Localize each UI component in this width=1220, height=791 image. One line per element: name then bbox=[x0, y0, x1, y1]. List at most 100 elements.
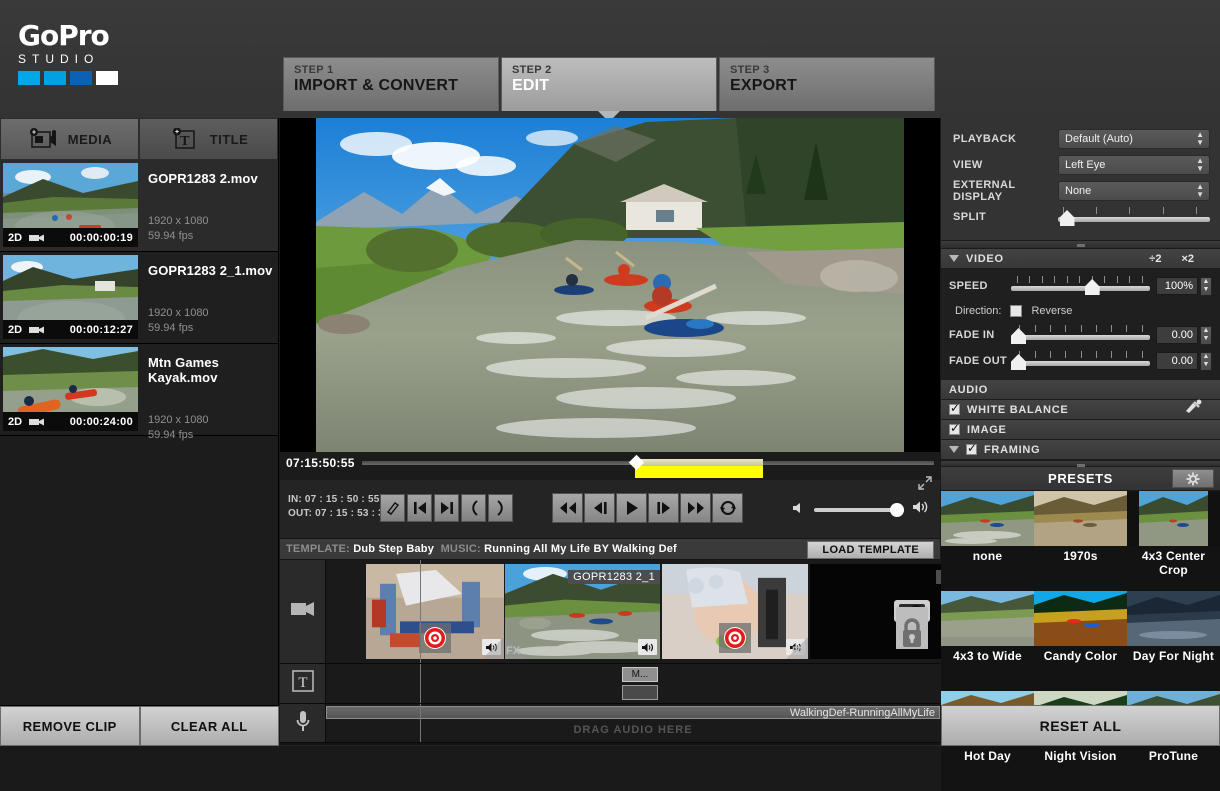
timeline-audio-track: WalkingDef-RunningAllMyLife DRAG AUDIO H… bbox=[280, 704, 940, 743]
logo-swatch bbox=[44, 71, 66, 85]
play-icon[interactable] bbox=[616, 493, 647, 523]
timeline-clip[interactable] bbox=[366, 564, 504, 659]
double-speed-button[interactable]: ×2 bbox=[1181, 253, 1194, 265]
title-clip-secondary[interactable] bbox=[622, 685, 658, 700]
playback-select[interactable]: Default (Auto) ▲▼ bbox=[1058, 129, 1210, 149]
preset-label: Day For Night bbox=[1127, 646, 1220, 663]
scrubber-inout-range[interactable] bbox=[635, 466, 763, 478]
section-header-framing[interactable]: FRAMING bbox=[941, 440, 1220, 460]
fade-out-slider[interactable] bbox=[1011, 351, 1150, 371]
video-track-body[interactable]: GOPR1283 2_1 FX bbox=[326, 560, 940, 663]
timeline-clip[interactable]: FX bbox=[662, 564, 808, 659]
tab-step-3[interactable]: STEP 3 EXPORT bbox=[719, 57, 935, 111]
step-forward-icon[interactable] bbox=[648, 493, 679, 523]
fade-in-track bbox=[1011, 335, 1150, 340]
loop-icon[interactable] bbox=[712, 493, 743, 523]
trim-in-icon[interactable] bbox=[461, 494, 486, 522]
clear-all-button[interactable]: CLEAR ALL bbox=[140, 706, 280, 746]
preset-item[interactable]: Day For Night bbox=[1127, 591, 1220, 691]
speed-row: SPEED 100% ▲▼ bbox=[949, 275, 1212, 297]
audio-clip[interactable]: WalkingDef-RunningAllMyLife bbox=[326, 706, 940, 719]
logo-swatch bbox=[96, 71, 118, 85]
half-speed-button[interactable]: ÷2 bbox=[1149, 253, 1161, 265]
drag-audio-hint: DRAG AUDIO HERE bbox=[326, 724, 940, 736]
preset-thumbnail bbox=[941, 591, 1034, 646]
scrubber-selection[interactable] bbox=[635, 459, 763, 466]
speed-stepper[interactable]: ▲▼ bbox=[1200, 277, 1212, 296]
presets-header: PRESETS bbox=[941, 467, 1220, 491]
presets-grid: none 1970s bbox=[941, 491, 1220, 791]
clip-audio-icon[interactable] bbox=[638, 639, 657, 655]
framing-checkbox[interactable] bbox=[966, 444, 977, 455]
preset-item[interactable]: none bbox=[941, 491, 1034, 591]
cue-in-icon[interactable] bbox=[407, 494, 432, 522]
slider-ticks bbox=[1058, 207, 1210, 214]
preset-item[interactable]: 1970s bbox=[1034, 491, 1127, 591]
external-display-select[interactable]: None ▲▼ bbox=[1058, 181, 1210, 201]
fade-out-stepper[interactable]: ▲▼ bbox=[1200, 352, 1212, 371]
trim-out-icon[interactable] bbox=[488, 494, 513, 522]
fade-in-stepper[interactable]: ▲▼ bbox=[1200, 326, 1212, 345]
fade-in-label: FADE IN bbox=[949, 329, 1011, 341]
remove-clip-button[interactable]: REMOVE CLIP bbox=[0, 706, 140, 746]
speed-value[interactable]: 100% bbox=[1156, 277, 1198, 295]
sidebar-tab-media[interactable]: MEDIA bbox=[0, 118, 139, 160]
sidebar-tab-title[interactable]: T TITLE bbox=[139, 118, 278, 160]
out-point: OUT: 07 : 15 : 53 : 35 bbox=[288, 507, 390, 521]
tab-step-1[interactable]: STEP 1 IMPORT & CONVERT bbox=[283, 57, 499, 111]
load-template-button[interactable]: LOAD TEMPLATE bbox=[807, 541, 934, 559]
step-number: STEP 1 bbox=[294, 64, 498, 76]
section-header-white-balance[interactable]: WHITE BALANCE bbox=[941, 400, 1220, 420]
volume-slider[interactable] bbox=[814, 508, 904, 512]
tab-step-2[interactable]: STEP 2 EDIT bbox=[501, 57, 717, 111]
target-icon[interactable] bbox=[419, 623, 451, 653]
timeline-playhead[interactable] bbox=[420, 560, 421, 663]
fullscreen-icon[interactable] bbox=[918, 476, 932, 493]
media-clip-item[interactable]: 2D 00:00:24:00 Mtn Games Kayak.mov 1920 … bbox=[0, 344, 278, 436]
volume-knob[interactable] bbox=[890, 503, 904, 517]
sidebar-tabs: MEDIA T TITLE bbox=[0, 118, 278, 160]
split-slider[interactable] bbox=[1058, 207, 1210, 227]
white-balance-checkbox[interactable] bbox=[949, 404, 960, 415]
preset-item[interactable]: 4x3 Center Crop bbox=[1127, 491, 1220, 591]
chevron-down-icon bbox=[949, 446, 959, 453]
media-clip-item[interactable]: 2D 00:00:00:19 GOPR1283 2.mov 1920 x 108… bbox=[0, 160, 278, 252]
media-clip-item[interactable]: 2D 00:00:12:27 GOPR1283 2_1.mov 1920 x 1… bbox=[0, 252, 278, 344]
video-preview[interactable] bbox=[280, 118, 940, 452]
image-checkbox[interactable] bbox=[949, 424, 960, 435]
fade-in-slider[interactable] bbox=[1011, 325, 1150, 345]
section-header-video[interactable]: VIDEO ÷2 ×2 bbox=[941, 249, 1220, 269]
title-clip[interactable]: M... bbox=[622, 667, 658, 682]
timeline-playhead[interactable] bbox=[420, 664, 421, 703]
reset-all-button[interactable]: RESET ALL bbox=[941, 705, 1220, 746]
title-track-body[interactable]: M... bbox=[326, 664, 940, 703]
step-label: IMPORT & CONVERT bbox=[294, 77, 498, 95]
timeline-playhead[interactable] bbox=[420, 704, 421, 742]
fade-out-value[interactable]: 0.00 bbox=[1156, 352, 1198, 370]
preset-item[interactable]: Candy Color bbox=[1034, 591, 1127, 691]
view-value: Left Eye bbox=[1065, 159, 1105, 171]
camera-icon bbox=[29, 417, 45, 427]
marker-icon[interactable] bbox=[380, 494, 405, 522]
timeline-clip[interactable]: GOPR1283 2_1 FX bbox=[505, 564, 660, 659]
volume-max-icon[interactable] bbox=[912, 500, 930, 519]
eyedropper-icon[interactable] bbox=[1184, 399, 1202, 420]
target-icon[interactable] bbox=[719, 623, 751, 653]
volume-mute-icon[interactable] bbox=[792, 501, 806, 519]
step-back-icon[interactable] bbox=[584, 493, 615, 523]
rewind-icon[interactable] bbox=[552, 493, 583, 523]
fast-forward-icon[interactable] bbox=[680, 493, 711, 523]
cue-out-icon[interactable] bbox=[434, 494, 459, 522]
section-header-image[interactable]: IMAGE bbox=[941, 420, 1220, 440]
reverse-checkbox[interactable] bbox=[1010, 305, 1022, 317]
fade-in-value[interactable]: 0.00 bbox=[1156, 326, 1198, 344]
clip-thumbnail: 2D 00:00:24:00 bbox=[3, 347, 138, 431]
clip-name: GOPR1283 2_1.mov bbox=[148, 263, 272, 278]
section-header-audio[interactable]: AUDIO bbox=[941, 380, 1220, 400]
view-select[interactable]: Left Eye ▲▼ bbox=[1058, 155, 1210, 175]
template-name: Dub Step Baby bbox=[353, 543, 434, 555]
audio-track-body[interactable]: WalkingDef-RunningAllMyLife DRAG AUDIO H… bbox=[326, 704, 940, 742]
gear-icon[interactable] bbox=[1172, 469, 1214, 488]
speed-slider[interactable] bbox=[1011, 276, 1150, 296]
preset-item[interactable]: 4x3 to Wide bbox=[941, 591, 1034, 691]
